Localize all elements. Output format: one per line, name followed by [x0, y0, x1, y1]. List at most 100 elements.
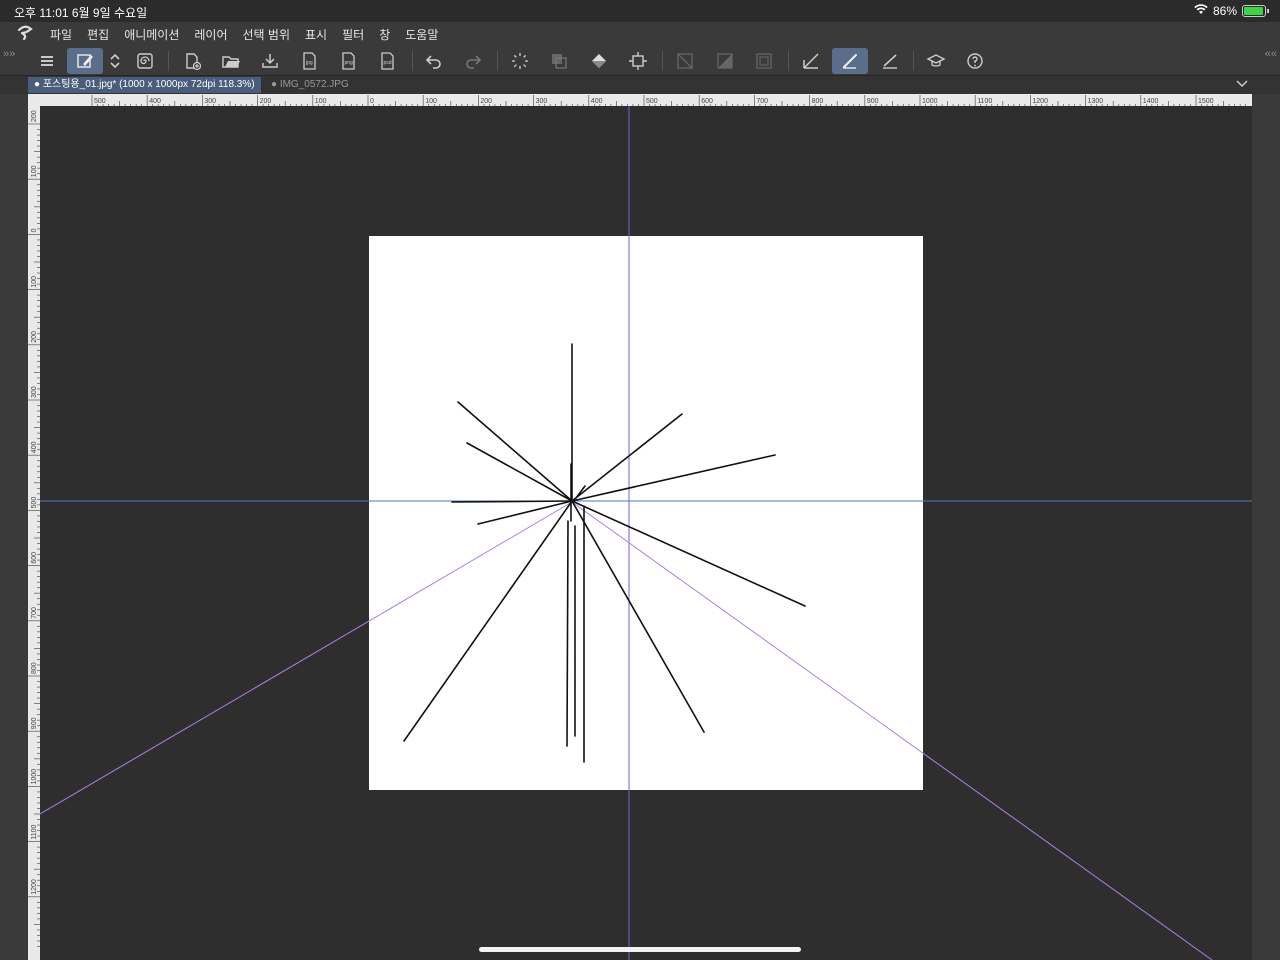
ruler-icon[interactable] — [793, 48, 829, 74]
new-file-icon[interactable] — [174, 48, 210, 74]
tab-document-active[interactable]: ● 포스팅용_01.jpg* (1000 x 1000px 72dpi 118.… — [28, 77, 261, 93]
menu-icon[interactable] — [29, 48, 65, 74]
ruler-h-label: 100 — [425, 98, 437, 105]
app-logo-icon[interactable] — [0, 24, 50, 45]
menu-bar: 파일 편집 애니메이션 레이어 선택 범위 표시 필터 창 도움말 — [0, 22, 1280, 46]
clear-icon[interactable] — [667, 48, 703, 74]
stroke-line — [451, 500, 573, 503]
expand-right-icon[interactable]: «« — [1265, 48, 1277, 60]
ruler-h-label: 1400 — [1143, 98, 1159, 105]
transform-icon[interactable] — [620, 48, 656, 74]
export-psd-icon[interactable]: psd — [369, 48, 405, 74]
horizontal-ruler[interactable]: 500 400 300 200 100 0 100 200 300 400 500 600 700 800… — [40, 94, 1252, 107]
swirl-icon[interactable] — [127, 48, 163, 74]
fill-icon[interactable] — [581, 48, 617, 74]
ruler-v-label: 1000 — [31, 769, 38, 785]
export-jpg-icon[interactable]: jpg — [291, 48, 327, 74]
straight-line-icon[interactable] — [872, 48, 908, 74]
ruler-corner — [28, 94, 40, 106]
canvas-viewport[interactable] — [40, 106, 1252, 960]
ruler-h-label: 800 — [812, 98, 824, 105]
ruler-h-label: 400 — [591, 98, 603, 105]
tab-document[interactable]: ● IMG_0572.JPG — [265, 77, 355, 93]
redo-icon[interactable] — [455, 48, 491, 74]
menu-edit[interactable]: 편집 — [87, 26, 109, 43]
tone-icon[interactable] — [707, 48, 743, 74]
ruler-h-label: 1500 — [1198, 98, 1214, 105]
menu-selection[interactable]: 선택 범위 — [243, 26, 291, 43]
battery-percent: 86% — [1212, 4, 1237, 18]
help-icon[interactable] — [957, 48, 993, 74]
ruler-h-label: 100 — [315, 98, 327, 105]
frame-icon[interactable] — [746, 48, 782, 74]
transparent-icon[interactable] — [541, 48, 577, 74]
status-bar: 오후 11:01 6월 9일 수요일 86% — [0, 0, 1280, 22]
save-icon[interactable] — [252, 48, 288, 74]
menu-window[interactable]: 창 — [379, 26, 390, 43]
ruler-v-label: 600 — [31, 552, 38, 564]
canvas-overlay — [40, 106, 1252, 960]
perspective-guide-left — [40, 501, 573, 815]
menu-filter[interactable]: 필터 — [342, 26, 364, 43]
stroke-line — [457, 401, 573, 502]
ruler-h-label: 500 — [94, 98, 106, 105]
menu-help[interactable]: 도움말 — [405, 26, 438, 43]
export-png-icon[interactable]: png — [330, 48, 366, 74]
undo-icon[interactable] — [416, 48, 452, 74]
loading-icon[interactable] — [502, 48, 538, 74]
command-bar: »» «« jpg png psd — [0, 46, 1280, 76]
stroke-line — [566, 520, 569, 747]
ruler-v-label: 1200 — [31, 879, 38, 895]
menu-view[interactable]: 표시 — [305, 26, 327, 43]
ruler-v-label: 1100 — [31, 824, 38, 839]
ruler-h-label: 400 — [149, 98, 161, 105]
ruler-v-label: 300 — [31, 386, 38, 398]
left-panel-strip — [0, 94, 28, 960]
stroke-line — [403, 500, 573, 742]
ruler-h-label: 1100 — [977, 98, 992, 105]
svg-text:psd: psd — [384, 60, 392, 66]
tab-label: 포스팅용_01.jpg* (1000 x 1000px 72dpi 118.3%… — [42, 79, 255, 90]
stroke-line — [571, 500, 705, 733]
ruler-h-label: 700 — [756, 98, 768, 105]
menu-file[interactable]: 파일 — [50, 26, 72, 43]
ruler-v-label: 900 — [31, 717, 38, 729]
expand-left-icon[interactable]: »» — [3, 48, 15, 60]
brush-icon[interactable] — [832, 48, 868, 74]
svg-text:png: png — [345, 60, 354, 66]
open-folder-icon[interactable] — [213, 48, 249, 74]
tab-dot-icon: ● — [34, 79, 43, 90]
menu-animation[interactable]: 애니메이션 — [124, 26, 179, 43]
ruler-v-label: 100 — [31, 165, 38, 177]
ruler-h-label: 1300 — [1088, 98, 1104, 105]
menu-layer[interactable]: 레이어 — [194, 26, 227, 43]
home-indicator[interactable] — [479, 947, 801, 952]
ruler-v-label: 700 — [31, 607, 38, 619]
ruler-h-label: 200 — [480, 98, 492, 105]
ruler-h-label: 500 — [646, 98, 658, 105]
ruler-h-label: 300 — [536, 98, 548, 105]
status-time: 오후 11:01 6월 9일 수요일 — [14, 6, 148, 20]
battery-icon — [1242, 5, 1269, 17]
ruler-h-label: 1000 — [922, 98, 938, 105]
status-indicators: 86% — [1194, 4, 1269, 18]
stroke-line — [571, 454, 776, 502]
drawn-strokes — [403, 343, 806, 763]
ruler-v-label: 0 — [31, 228, 38, 232]
perspective-guide-right — [571, 501, 1213, 960]
tab-label: IMG_0572.JPG — [279, 79, 349, 90]
ruler-h-label: 0 — [370, 98, 374, 105]
vertical-ruler[interactable]: 200 100 0 100 200 300 400 500 600 700 800 900 1000 11… — [28, 106, 40, 960]
ruler-v-label: 200 — [31, 110, 38, 122]
ruler-h-label: 1200 — [1032, 98, 1048, 105]
svg-text:jpg: jpg — [305, 60, 313, 66]
stroke-line — [571, 500, 806, 607]
stroke-line — [466, 442, 573, 502]
chevron-down-icon[interactable] — [1236, 77, 1248, 91]
tab-dot-icon: ● — [271, 79, 280, 90]
ruler-h-label: 900 — [867, 98, 879, 105]
wifi-icon — [1194, 4, 1208, 18]
ruler-v-label: 800 — [31, 662, 38, 674]
ruler-v-label: 400 — [31, 441, 38, 453]
learn-icon[interactable] — [918, 48, 954, 74]
